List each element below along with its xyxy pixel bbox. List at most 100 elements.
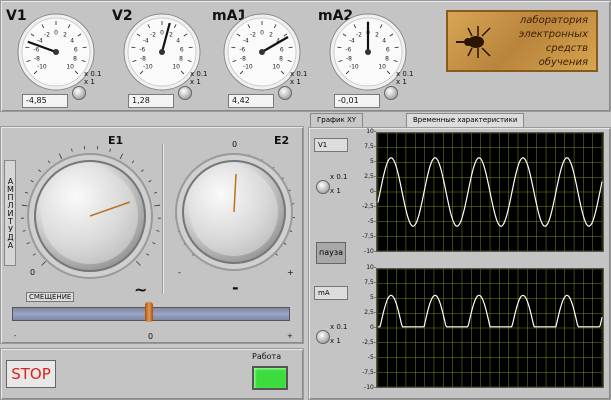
scope-tick-label: -10- — [364, 248, 376, 255]
range-switch[interactable] — [178, 86, 192, 100]
pause-button[interactable]: пауза — [316, 242, 346, 264]
knob-tick — [26, 242, 30, 245]
meter-tick-label: -6 — [139, 46, 145, 53]
meter-tick-label: 8 — [385, 56, 389, 63]
logo-line: электронных — [518, 29, 588, 40]
meter-tick-label: 4 — [176, 38, 180, 45]
knob-tick — [152, 242, 156, 245]
logo-line: обучения — [538, 57, 588, 68]
meter-tick-label: 8 — [179, 56, 183, 63]
scope-tick-label: -7,5- — [362, 233, 376, 240]
scope2-screen — [376, 268, 604, 388]
meter-pivot — [159, 49, 165, 55]
meter-tick-label: 6 — [386, 46, 390, 53]
meter-tick-label: -10 — [243, 64, 253, 71]
amplitude-label: АМПЛИТУДА — [4, 160, 16, 266]
meter-tick-label: -8 — [240, 56, 246, 63]
scope1-range-switch[interactable] — [316, 180, 330, 194]
meter-tick-label: -2 — [250, 32, 256, 39]
knob-tick — [21, 204, 28, 207]
meter-tick-label: -2 — [356, 32, 362, 39]
dc-symbol: - — [232, 278, 239, 297]
scope1-range-labels: x 0.1 x 1 — [330, 173, 348, 195]
knob-tick — [148, 180, 152, 183]
tab-time[interactable]: Временные характеристики — [406, 113, 525, 127]
knob-tick — [58, 153, 63, 160]
meter-tick-label: -10 — [37, 64, 47, 71]
logo-line: средств — [545, 43, 588, 54]
offset-slider-thumb[interactable] — [145, 302, 153, 322]
range-switch[interactable] — [72, 86, 86, 100]
scope2-axis: 10- 7,5- 5- 2,5- 0- -2,5- -5- -7,5- -10- — [346, 264, 376, 391]
ac-symbol: ~ — [134, 280, 148, 299]
scope2-range-labels: x 0.1 x 1 — [330, 323, 348, 345]
meter-tick-label: 6 — [180, 46, 184, 53]
bug-icon — [456, 26, 491, 58]
work-indicator-led — [252, 366, 288, 390]
range-labels: x 0.1 x 1 — [84, 70, 102, 86]
e2-knob[interactable] — [182, 160, 286, 264]
scope2-range-switch[interactable] — [316, 330, 330, 344]
meter-readout: -0,01 — [334, 94, 380, 108]
meter-tick-label: -8 — [34, 56, 40, 63]
meter-tick-label: -6 — [345, 46, 351, 53]
knob-tick — [154, 204, 161, 207]
meter-tick-label: 2 — [269, 32, 273, 39]
divider — [162, 144, 164, 294]
scope-tick-label: 10- — [366, 128, 376, 135]
e2-minus-label: - — [178, 268, 181, 277]
meter-tick-label: -2 — [150, 32, 156, 39]
range-switch[interactable] — [384, 86, 398, 100]
tab-xy[interactable]: График XY — [310, 113, 364, 127]
offset-max-label: + — [287, 332, 293, 340]
knob-tick — [220, 154, 223, 158]
meter-tick-label: 8 — [279, 56, 283, 63]
meter-tick-label: -4 — [349, 38, 355, 45]
knob-tick — [119, 153, 124, 160]
scope-tick-label: -5- — [367, 218, 376, 225]
meter-tick-label: 10 — [272, 64, 280, 71]
offset-zero-label: 0 — [148, 332, 154, 341]
meter-tick-label: 6 — [280, 46, 284, 53]
knob-tick — [22, 230, 26, 232]
range-switch[interactable] — [278, 86, 292, 100]
meter-tick-label: 10 — [172, 64, 180, 71]
meter-tick-label: 10 — [66, 64, 74, 71]
e2-pointer — [233, 173, 237, 213]
meter-tick-label: -2 — [44, 32, 50, 39]
meter-tick-label: -8 — [140, 56, 146, 63]
meter-v2: V2 -10 -8 -6 -4 -2 0 2 4 6 8 10 x 0.1 x 1 1,28 — [112, 6, 212, 108]
scope2-selector[interactable]: mA — [314, 286, 348, 300]
meter-tick-label: 0 — [54, 30, 58, 37]
scope-tick-label: 2,5- — [364, 173, 376, 180]
knob-tick — [25, 191, 29, 194]
meter-tick-label: 6 — [74, 46, 78, 53]
scope-tick-label: -10- — [364, 384, 376, 391]
knob-tick — [146, 253, 150, 256]
e2-plus-label: + — [287, 268, 294, 277]
e2-label: E2 — [274, 134, 290, 147]
meter-tick-label: 2 — [169, 32, 173, 39]
meter-ma1: mA1 -10 -8 -6 -4 -2 0 2 4 6 8 10 x 0.1 x 1 4,42 — [212, 6, 312, 108]
scope-tick-label: 7,5- — [364, 143, 376, 150]
meter-tick-label: -10 — [143, 64, 153, 71]
lab-logo: лаборатория электронных средств обучения — [446, 10, 598, 72]
scope-tick-label: -2,5- — [362, 203, 376, 210]
meter-tick-label: -8 — [346, 56, 352, 63]
scope-tick-label: -7,5- — [362, 369, 376, 376]
range-labels: x 0.1 x 1 — [290, 70, 308, 86]
meter-readout: 4,42 — [228, 94, 274, 108]
stop-button[interactable]: STOP — [6, 360, 56, 388]
meter-tick-label: -6 — [239, 46, 245, 53]
meter-ma2: mA2 -10-8-6-4-20246810 x 0.1x 1 -0,01 — [318, 6, 418, 108]
range-labels: x 0.1 x 1 — [190, 70, 208, 86]
e1-min-label: 0 — [30, 268, 36, 277]
meter-pivot — [53, 49, 59, 55]
e1-knob[interactable] — [34, 160, 146, 272]
meter-tick-label: 2 — [375, 32, 379, 39]
meter-tick-label: -4 — [37, 38, 43, 45]
scope-tick-label: -5- — [367, 354, 376, 361]
offset-min-label: - — [14, 332, 17, 340]
scope-tick-label: 10- — [366, 264, 376, 271]
scope1-selector[interactable]: V1 — [314, 138, 348, 152]
